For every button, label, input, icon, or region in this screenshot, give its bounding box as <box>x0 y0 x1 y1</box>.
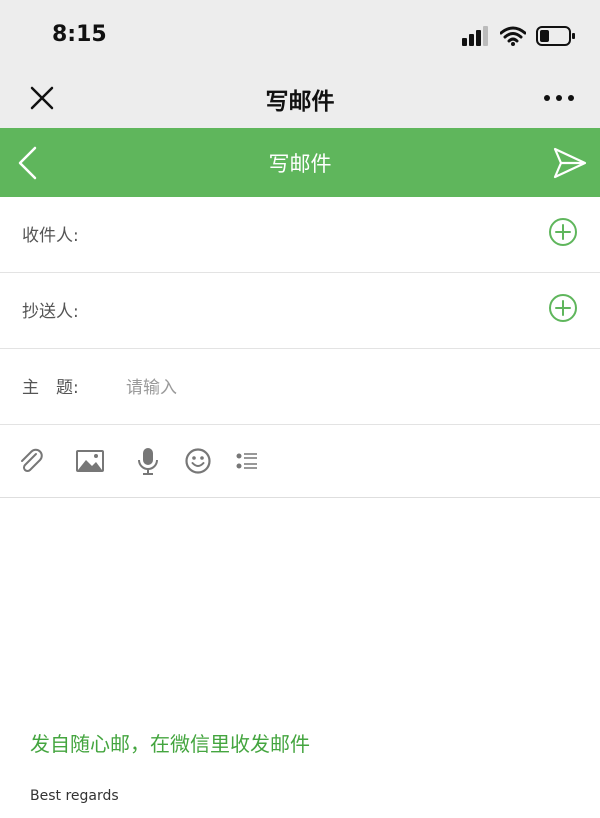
to-label: 收件人: <box>22 226 79 246</box>
compose-toolbar <box>0 424 600 498</box>
subject-field-row: 主 题: 请输入 <box>0 349 600 425</box>
send-icon[interactable] <box>552 146 588 180</box>
add-cc-icon[interactable] <box>548 293 578 323</box>
to-field-row[interactable]: 收件人: <box>0 197 600 273</box>
regards-text: Best regards <box>30 788 119 804</box>
more-icon[interactable] <box>542 86 576 110</box>
header-title: 写邮件 <box>268 152 332 176</box>
add-recipient-icon[interactable] <box>548 217 578 247</box>
nav-title: 写邮件 <box>265 89 335 115</box>
cc-field-row[interactable]: 抄送人: <box>0 273 600 349</box>
attachment-icon[interactable] <box>16 446 46 476</box>
image-icon[interactable] <box>75 446 105 476</box>
subject-label: 主 题: <box>22 378 79 398</box>
compose-header: 写邮件 <box>0 128 600 197</box>
status-icons <box>462 24 576 48</box>
list-icon[interactable] <box>232 446 262 476</box>
battery-icon <box>536 26 575 46</box>
emoji-icon[interactable] <box>183 446 213 476</box>
status-time: 8:15 <box>52 22 107 47</box>
signature-text: 发自随心邮，在微信里收发邮件 <box>30 732 310 756</box>
microphone-icon[interactable] <box>133 446 163 476</box>
status-bar: 8:15 <box>0 0 600 70</box>
wifi-icon <box>500 26 526 46</box>
cc-label: 抄送人: <box>22 302 79 322</box>
top-nav-bar: 写邮件 <box>0 70 600 128</box>
signal-icon <box>462 26 488 46</box>
compose-mail-screen: 8:15 写邮件 写邮件 收件人: 抄送人: 主 题: 请输入 发自随心邮，在微… <box>0 0 600 818</box>
subject-input[interactable]: 请输入 <box>126 373 177 398</box>
